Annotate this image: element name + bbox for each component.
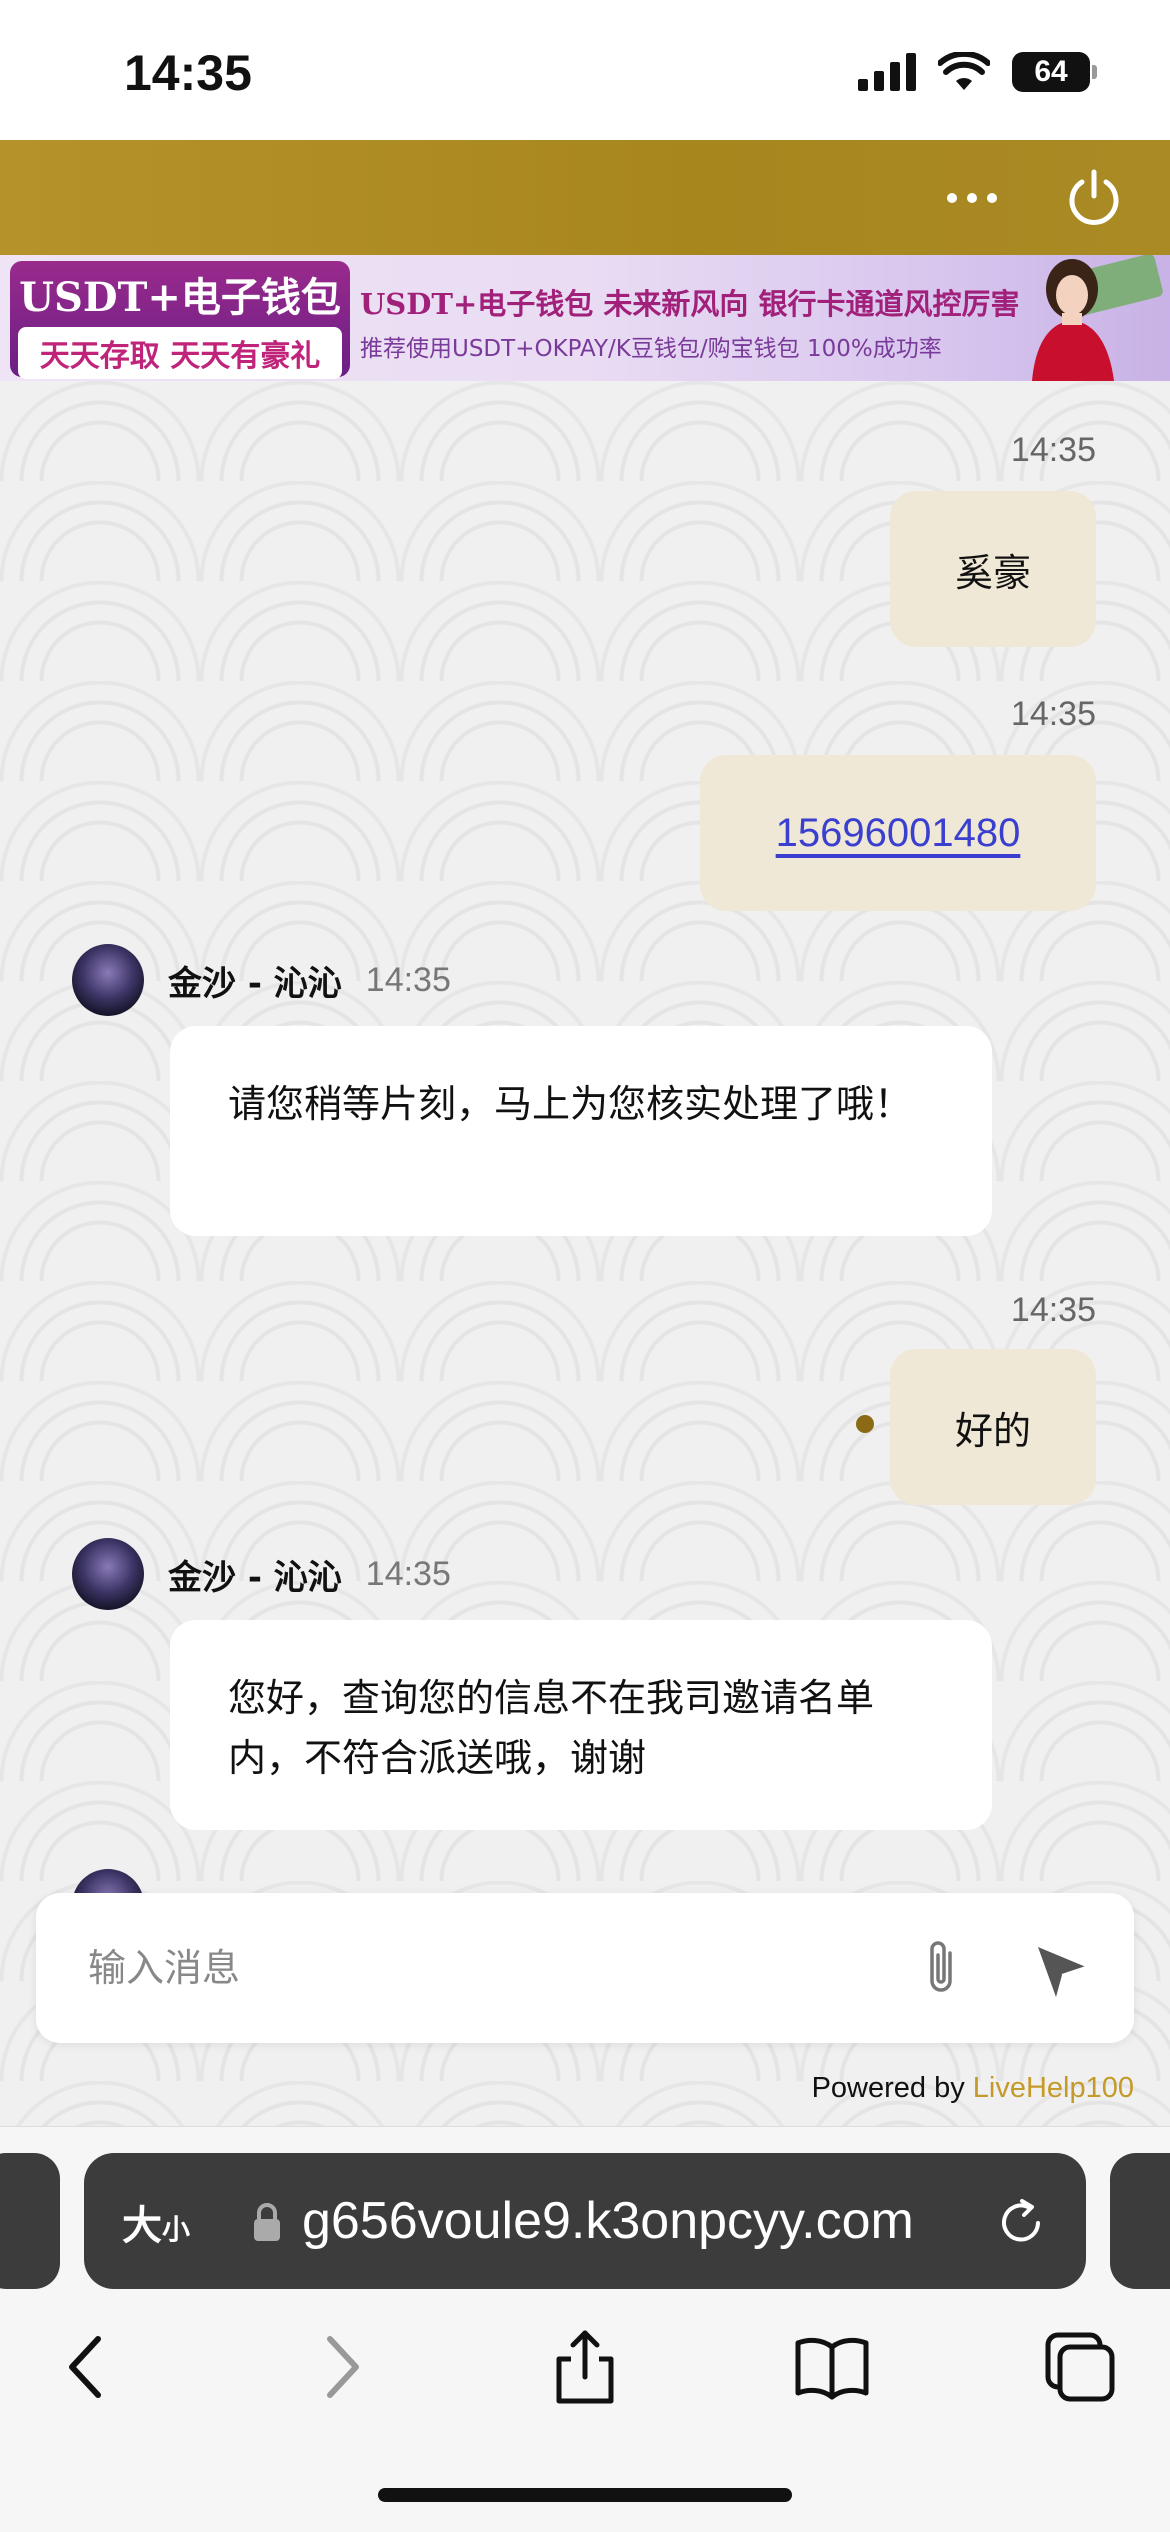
tabs-icon[interactable] xyxy=(1040,2327,1120,2407)
sending-status-dot xyxy=(856,1415,874,1433)
message-input[interactable] xyxy=(88,1931,888,2005)
forward-icon[interactable] xyxy=(300,2327,380,2407)
previous-tab-peek[interactable] xyxy=(0,2153,60,2289)
phone-number-link[interactable]: 15696001480 xyxy=(776,811,1021,856)
address-bar[interactable]: 大小 g656voule9.k3onpcyy.com xyxy=(84,2153,1086,2289)
share-icon[interactable] xyxy=(545,2327,625,2407)
status-icons: 64 xyxy=(858,52,1097,92)
browser-toolbar: 大小 g656voule9.k3onpcyy.com xyxy=(0,2126,1170,2532)
banner-subtitle: 推荐使用USDT+OKPAY/K豆钱包/购宝钱包 100%成功率 xyxy=(360,336,942,362)
wifi-icon xyxy=(938,52,990,90)
agent-header: 金沙 - 沁沁 14:35 xyxy=(72,1538,451,1610)
more-options-icon[interactable] xyxy=(942,168,1002,228)
chat-messages[interactable]: 14:35 奚豪 14:35 15696001480 金沙 - 沁沁 14:35… xyxy=(0,381,1170,2126)
incoming-message[interactable]: 您好，查询您的信息不在我司邀请名单内，不符合派送哦，谢谢 xyxy=(170,1620,992,1830)
agent-header: 金沙 - 沁沁 14:35 xyxy=(72,944,451,1016)
message-text: 好的 xyxy=(954,1408,1031,1453)
agent-avatar[interactable] xyxy=(72,1538,144,1610)
battery-icon: 64 xyxy=(1012,52,1097,92)
next-tab-peek[interactable] xyxy=(1110,2153,1170,2289)
message-time: 14:35 xyxy=(1010,1291,1096,1329)
message-time: 14:35 xyxy=(365,1554,451,1593)
size-label: 大 xyxy=(122,2203,162,2249)
powered-prefix: Powered by xyxy=(811,2072,973,2104)
status-time: 14:35 xyxy=(124,45,252,101)
message-text: 您好，查询您的信息不在我司邀请名单内，不符合派送哦，谢谢 xyxy=(228,1676,875,1780)
promo-banner[interactable]: USDT+电子钱包 天天存取 天天有豪礼 USDT+电子钱包 未来新风向 银行卡… xyxy=(0,255,1170,381)
message-composer xyxy=(36,1893,1134,2043)
back-icon[interactable] xyxy=(48,2327,128,2407)
outgoing-message[interactable]: 奚豪 xyxy=(890,491,1096,647)
agent-avatar[interactable] xyxy=(72,944,144,1016)
home-indicator[interactable] xyxy=(378,2488,792,2502)
incoming-message[interactable]: 请您稍等片刻，马上为您核实处理了哦！ xyxy=(170,1026,992,1236)
outgoing-message[interactable]: 好的 xyxy=(890,1349,1096,1505)
send-icon[interactable] xyxy=(1026,1933,1096,2003)
banner-model-image xyxy=(1032,255,1163,381)
banner-badge-subtitle: 天天存取 天天有豪礼 xyxy=(18,327,342,379)
outgoing-message[interactable]: 15696001480 xyxy=(700,755,1096,911)
attachment-icon[interactable] xyxy=(906,1933,976,2003)
banner-badge-title: USDT+电子钱包 xyxy=(19,274,341,321)
reload-icon[interactable] xyxy=(992,2193,1050,2251)
powered-brand-link[interactable]: LiveHelp100 xyxy=(973,2072,1134,2104)
message-text: 奚豪 xyxy=(954,550,1031,595)
agent-name: 金沙 - 沁沁 xyxy=(168,1557,342,1598)
message-time: 14:35 xyxy=(1010,695,1096,733)
agent-name: 金沙 - 沁沁 xyxy=(168,963,342,1004)
size-label-small: 小 xyxy=(162,2213,191,2246)
banner-title: USDT+电子钱包 未来新风向 银行卡通道风控厉害 xyxy=(360,287,1020,321)
page-settings-button[interactable]: 大小 xyxy=(122,2193,190,2251)
banner-badge: USDT+电子钱包 天天存取 天天有豪礼 xyxy=(10,261,350,379)
bookmarks-icon[interactable] xyxy=(792,2327,872,2407)
lock-icon xyxy=(254,2203,280,2241)
message-time: 14:35 xyxy=(365,960,451,999)
chat-header xyxy=(0,140,1170,255)
cellular-signal-icon xyxy=(858,53,916,91)
message-text: 请您稍等片刻，马上为您核实处理了哦！ xyxy=(228,1082,913,1126)
status-bar: 14:35 64 xyxy=(0,0,1170,140)
url-text[interactable]: g656voule9.k3onpcyy.com xyxy=(302,2191,914,2251)
power-icon[interactable] xyxy=(1062,166,1126,230)
powered-by: Powered by LiveHelp100 xyxy=(812,2072,1134,2105)
message-time: 14:35 xyxy=(1010,431,1096,469)
banner-text: USDT+电子钱包 未来新风向 银行卡通道风控厉害 推荐使用USDT+OKPAY… xyxy=(360,281,1020,363)
